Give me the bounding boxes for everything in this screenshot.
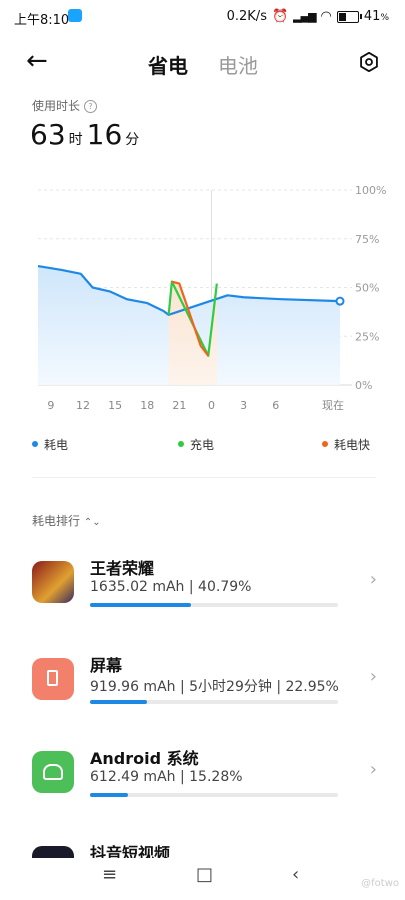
help-icon[interactable]: ?: [84, 100, 98, 113]
screen-icon: [32, 658, 74, 700]
x-tick-label: 0: [208, 399, 215, 412]
legend-charge: 充电: [178, 436, 214, 453]
battery-percent: 41%: [363, 9, 389, 24]
x-tick-label: 12: [76, 399, 90, 412]
usage-bar-fill: [90, 700, 147, 704]
usage-duration: 63 时 16 分: [30, 118, 140, 151]
x-tick-label: 现在: [322, 399, 344, 412]
notification-app-icon: [68, 9, 82, 22]
signal-icon: ▂▄▆: [293, 10, 316, 23]
status-bar: 上午8:10 0.2K/s ⏰ ▂▄▆ ◠ 41%: [0, 0, 405, 34]
battery-level: [338, 12, 346, 21]
app-stats: 612.49 mAh | 15.28%: [90, 769, 243, 785]
app-row-android-system[interactable]: Android 系统 612.49 mAh | 15.28% ›: [32, 745, 377, 805]
battery-chart: 100% 75% 50% 25% 0% 9 12 15 18 21 0 3 6 现在: [37, 184, 386, 412]
app-name: 王者荣耀: [90, 559, 155, 578]
y-tick-label: 25%: [355, 330, 379, 343]
legend-fast-dot: [322, 441, 328, 447]
back-icon[interactable]: ‹: [292, 864, 299, 885]
honor-of-kings-icon: [32, 561, 74, 603]
network-speed: 0.2K/s: [226, 9, 267, 24]
chevron-right-icon: ›: [369, 759, 377, 780]
app-row-screen[interactable]: 屏幕 919.96 mAh | 5小时29分钟 | 22.95% ›: [32, 652, 377, 712]
legend-charge-dot: [178, 441, 184, 447]
legend-drain-dot: [32, 441, 38, 447]
tab-power-saving[interactable]: 省电: [148, 50, 188, 79]
usage-bar-fill: [90, 603, 192, 607]
y-tick-label: 75%: [355, 233, 379, 246]
legend-fast: 耗电快: [322, 436, 370, 453]
divider: [32, 477, 376, 478]
ranking-sort[interactable]: 耗电排行 ⌃⌄: [32, 512, 101, 529]
x-tick-label: 18: [140, 399, 154, 412]
sort-icon: ⌃⌄: [83, 517, 101, 528]
usage-bar: [90, 700, 338, 704]
app-name: 屏幕: [90, 656, 123, 675]
x-tick-label: 15: [108, 399, 122, 412]
chevron-right-icon: ›: [369, 666, 377, 687]
battery-icon: [336, 10, 362, 23]
app-stats: 919.96 mAh | 5小时29分钟 | 22.95%: [90, 679, 339, 695]
status-time: 上午8:10: [14, 13, 70, 28]
app-row-douyin[interactable]: 抖音短视频: [32, 840, 377, 858]
y-tick-label: 100%: [355, 184, 386, 197]
arrow-left-icon[interactable]: ←: [26, 48, 48, 74]
alarm-icon: ⏰: [271, 9, 289, 24]
navigation-bar: ≡ □ ‹: [0, 858, 405, 900]
watermark: @fotwo: [361, 878, 399, 889]
x-tick-label: 21: [172, 399, 186, 412]
usage-bar: [90, 603, 338, 607]
y-tick-label: 50%: [355, 282, 379, 295]
x-tick-label: 6: [272, 399, 279, 412]
tab-battery[interactable]: 电池: [218, 50, 258, 79]
app-name: 抖音短视频: [90, 844, 171, 858]
y-tick-label: 0%: [355, 379, 372, 392]
x-tick-label: 9: [47, 399, 54, 412]
status-right: 0.2K/s ⏰ ▂▄▆ ◠ 41%: [227, 9, 389, 24]
chevron-right-icon: ›: [369, 569, 377, 590]
app-name: Android 系统: [90, 749, 199, 768]
douyin-icon: [32, 846, 74, 858]
android-icon: [32, 751, 74, 793]
usage-bar-fill: [90, 793, 128, 797]
usage-bar: [90, 793, 338, 797]
x-tick-label: 3: [240, 399, 247, 412]
app-stats: 1635.02 mAh | 40.79%: [90, 579, 252, 595]
now-marker: [335, 296, 345, 306]
wifi-icon: ◠: [320, 9, 332, 24]
legend-drain: 耗电: [32, 436, 68, 453]
home-icon[interactable]: □: [196, 864, 213, 885]
menu-icon[interactable]: ≡: [102, 864, 117, 885]
gear-icon[interactable]: [359, 52, 379, 72]
page-header: ← 省电 电池: [0, 44, 405, 84]
usage-label: 使用时长?: [32, 97, 98, 114]
app-row-honor-of-kings[interactable]: 王者荣耀 1635.02 mAh | 40.79% ›: [32, 555, 377, 615]
